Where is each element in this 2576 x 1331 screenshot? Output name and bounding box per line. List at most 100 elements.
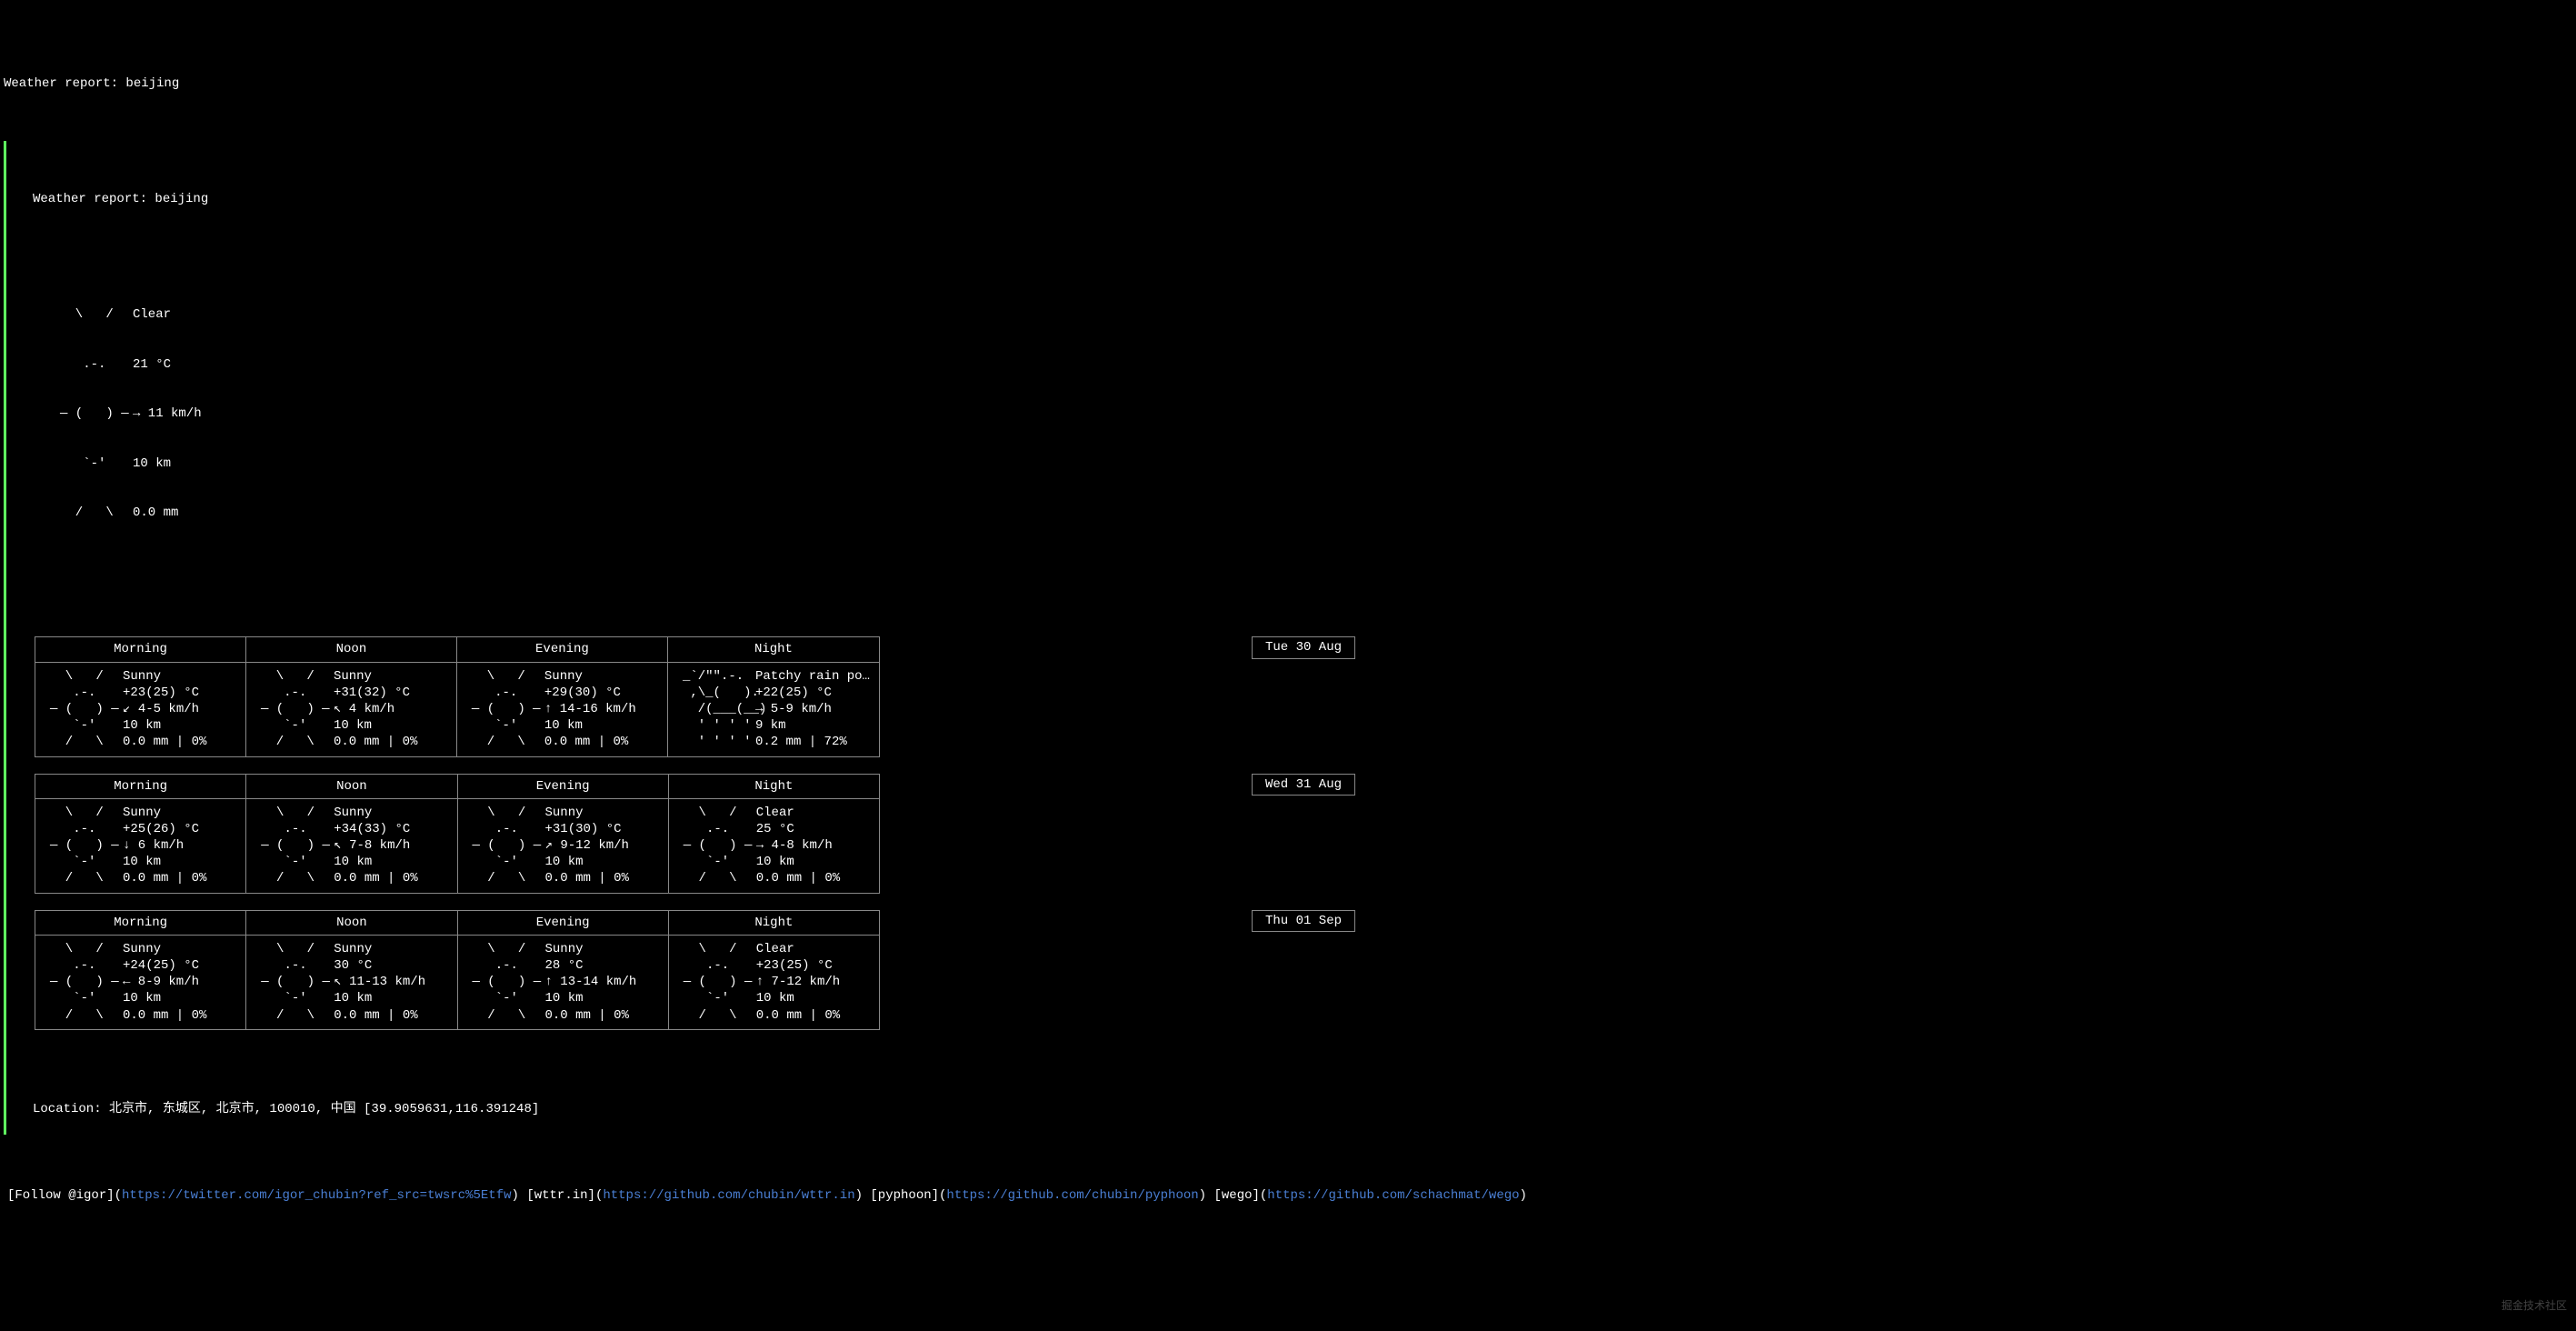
weather-art: \ / .-. ― ( ) ― `-' / \ (473, 805, 545, 887)
temp-text: 25 °C (756, 821, 870, 837)
temp-text: +25(26) °C (123, 821, 236, 837)
current-condition: Clear (133, 306, 171, 323)
condition-text: Sunny (334, 941, 447, 957)
condition-text: Sunny (545, 805, 659, 821)
precip-text: 0.0 mm | 0% (123, 1007, 236, 1024)
day-date-tab: Wed 31 Aug (1252, 774, 1355, 796)
forecast-cell: \ / .-. ― ( ) ― `-' / \ Sunny+31(30) °C↗… (457, 798, 668, 893)
current-precip: 0.0 mm (133, 505, 178, 521)
temp-text: +24(25) °C (123, 957, 236, 974)
footer-link[interactable]: https://twitter.com/igor_chubin?ref_src=… (122, 1188, 511, 1203)
weather-art: `-' (60, 455, 133, 472)
visibility-text: 10 km (123, 990, 236, 1006)
weather-art: / \ (60, 505, 133, 521)
visibility-text: 10 km (545, 854, 659, 870)
period-header: Evening (456, 637, 667, 662)
day-date-tab: Tue 30 Aug (1252, 636, 1355, 658)
footer-text: ) (855, 1188, 871, 1203)
wind-text: ↗ 9-12 km/h (545, 837, 659, 854)
footer-text: [wttr.in]( (526, 1188, 603, 1203)
visibility-text: 9 km (755, 717, 870, 734)
current-visibility: 10 km (133, 455, 171, 472)
forecast-cell: \ / .-. ― ( ) ― `-' / \ Clear25 °C→ 4-8 … (668, 798, 879, 893)
precip-text: 0.0 mm | 0% (544, 734, 658, 750)
location-line: Location: 北京市, 东城区, 北京市, 100010, 中国 [39.… (15, 1101, 2572, 1117)
condition-text: Clear (756, 805, 870, 821)
temp-text: +29(30) °C (544, 685, 658, 701)
footer-text: ) (1199, 1188, 1214, 1203)
footer-text: [pyphoon]( (870, 1188, 946, 1203)
visibility-text: 10 km (756, 854, 870, 870)
weather-art: \ / .-. ― ( ) ― `-' / \ (261, 805, 334, 887)
visibility-text: 10 km (334, 990, 447, 1006)
temp-text: 28 °C (545, 957, 659, 974)
precip-text: 0.0 mm | 0% (334, 1007, 447, 1024)
precip-text: 0.0 mm | 0% (123, 870, 236, 886)
period-header: Night (668, 774, 879, 798)
forecast-cell: \ / .-. ― ( ) ― `-' / \ Sunny+29(30) °C↑… (456, 662, 667, 756)
footer-text: ) (1520, 1188, 1527, 1203)
temp-text: +22(25) °C (755, 685, 870, 701)
forecast-cell: \ / .-. ― ( ) ― `-' / \ Sunny+25(26) °C↓… (35, 798, 246, 893)
condition-text: Sunny (123, 805, 236, 821)
weather-art: \ / .-. ― ( ) ― `-' / \ (50, 668, 123, 751)
temp-text: +23(25) °C (756, 957, 870, 974)
period-header: Evening (457, 910, 668, 935)
weather-art: \ / .-. ― ( ) ― `-' / \ (50, 941, 123, 1024)
footer-text: [wego]( (1213, 1188, 1267, 1203)
weather-report-header: Weather report: beijing (15, 191, 2572, 207)
wind-text: ↑ 14-16 km/h (544, 701, 658, 717)
forecast-day: Tue 30 Aug MorningNoonEveningNight \ / .-… (35, 636, 2572, 756)
forecast-day: Thu 01 Sep MorningNoonEveningNight \ / .-… (35, 910, 2572, 1030)
wind-text: ↑ 13-14 km/h (545, 974, 659, 990)
weather-art: \ / .-. ― ( ) ― `-' / \ (261, 941, 334, 1024)
forecast-cell: \ / .-. ― ( ) ― `-' / \ Sunny+24(25) °C←… (35, 935, 246, 1029)
forecast-cell: \ / .-. ― ( ) ― `-' / \ Sunny+23(25) °C↙… (35, 662, 246, 756)
visibility-text: 10 km (123, 717, 236, 734)
wind-text: ↙ 4-5 km/h (123, 701, 236, 717)
title-line: Weather report: beijing (4, 75, 2572, 92)
temp-text: +23(25) °C (123, 685, 236, 701)
wind-text: → 4-8 km/h (756, 837, 870, 854)
footer-link[interactable]: https://github.com/chubin/pyphoon (946, 1188, 1198, 1203)
wind-text: ↖ 11-13 km/h (334, 974, 447, 990)
period-header: Night (667, 637, 879, 662)
precip-text: 0.0 mm | 0% (756, 1007, 870, 1024)
weather-art: _`/"".-. ,\_( ). /(___(__) ' ' ' ' ' ' '… (683, 668, 755, 751)
precip-text: 0.0 mm | 0% (545, 1007, 659, 1024)
footer-links: [Follow @igor](https://twitter.com/igor_… (4, 1187, 2572, 1204)
period-header: Noon (245, 637, 456, 662)
day-date-tab: Thu 01 Sep (1252, 910, 1355, 932)
forecast-cell: \ / .-. ― ( ) ― `-' / \ Sunny+34(33) °C↖… (246, 798, 457, 893)
weather-art: \ / .-. ― ( ) ― `-' / \ (261, 668, 334, 751)
forecast-day: Wed 31 Aug MorningNoonEveningNight \ / .-… (35, 774, 2572, 894)
visibility-text: 10 km (545, 990, 659, 1006)
visibility-text: 10 km (756, 990, 870, 1006)
footer-text: [Follow @igor]( (7, 1188, 122, 1203)
period-header: Evening (457, 774, 668, 798)
temp-text: +34(33) °C (334, 821, 447, 837)
temp-text: +31(30) °C (545, 821, 659, 837)
weather-art: \ / (60, 306, 133, 323)
period-header: Morning (35, 774, 246, 798)
forecast-cell: \ / .-. ― ( ) ― `-' / \ Clear+23(25) °C↑… (668, 935, 879, 1029)
current-temp: 21 °C (133, 356, 171, 373)
weather-art: \ / .-. ― ( ) ― `-' / \ (684, 941, 756, 1024)
wind-text: → 5-9 km/h (755, 701, 870, 717)
footer-link[interactable]: https://github.com/chubin/wttr.in (603, 1188, 854, 1203)
footer-text: ) (512, 1188, 527, 1203)
condition-text: Clear (756, 941, 870, 957)
current-wind: → 11 km/h (133, 405, 202, 422)
precip-text: 0.0 mm | 0% (334, 734, 447, 750)
forecast-table: MorningNoonEveningNight \ / .-. ― ( ) ― … (35, 910, 880, 1030)
forecast-table: MorningNoonEveningNight \ / .-. ― ( ) ― … (35, 636, 880, 756)
condition-text: Sunny (123, 668, 236, 685)
forecast-table: MorningNoonEveningNight \ / .-. ― ( ) ― … (35, 774, 880, 894)
period-header: Night (668, 910, 879, 935)
precip-text: 0.2 mm | 72% (755, 734, 870, 750)
visibility-text: 10 km (334, 717, 447, 734)
footer-link[interactable]: https://github.com/schachmat/wego (1267, 1188, 1519, 1203)
period-header: Noon (246, 910, 457, 935)
wind-text: ↓ 6 km/h (123, 837, 236, 854)
weather-art: \ / .-. ― ( ) ― `-' / \ (50, 805, 123, 887)
